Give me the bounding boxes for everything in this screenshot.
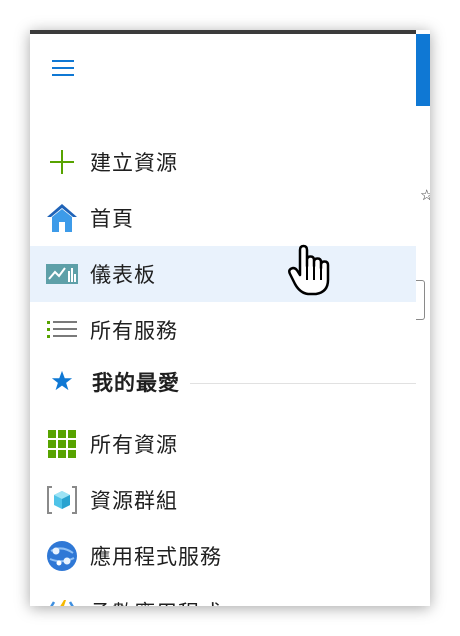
menu-item-resource-groups[interactable]: 資源群組 bbox=[30, 472, 416, 528]
menu-item-label: 所有服務 bbox=[90, 319, 178, 343]
menu-item-dashboard[interactable]: 儀表板 bbox=[30, 246, 416, 302]
menu-item-label: 儀表板 bbox=[90, 263, 156, 287]
hamburger-menu-button[interactable] bbox=[52, 60, 76, 78]
hand-pointer-cursor-icon bbox=[288, 244, 332, 298]
menu-item-home[interactable]: 首頁 bbox=[30, 190, 416, 246]
app-service-icon bbox=[46, 540, 78, 572]
menu-item-create-resource[interactable]: 建立資源 bbox=[30, 134, 416, 190]
menu-item-label: 建立資源 bbox=[90, 151, 178, 175]
favorites-label: 我的最愛 bbox=[92, 371, 180, 395]
menu-item-label: 首頁 bbox=[90, 207, 134, 231]
menu-item-all-resources[interactable]: 所有資源 bbox=[30, 416, 416, 472]
function-app-icon bbox=[46, 596, 78, 606]
background-header-accent bbox=[416, 34, 430, 106]
menu-item-label: 資源群組 bbox=[90, 489, 178, 513]
menu-item-label: 函數應用程式 bbox=[90, 597, 222, 606]
background-input-edge bbox=[416, 280, 425, 320]
star-icon bbox=[46, 365, 78, 397]
favorites-divider bbox=[190, 383, 416, 384]
menu-item-label: 所有資源 bbox=[90, 433, 178, 457]
portal-frame: ☆ 建立資源 首頁 儀表板 所有服務 我的最愛 所有資源 資源群組 應用程式服務 bbox=[30, 30, 430, 606]
grid-icon bbox=[46, 428, 78, 460]
menu-item-label: 應用程式服務 bbox=[90, 545, 222, 569]
dashboard-icon bbox=[46, 258, 78, 290]
home-icon bbox=[46, 202, 78, 234]
portal-menu-flyout: 建立資源 首頁 儀表板 所有服務 我的最愛 所有資源 資源群組 應用程式服務 bbox=[30, 34, 416, 606]
favorites-section-header: 我的最愛 bbox=[30, 361, 416, 401]
resource-group-icon bbox=[46, 484, 78, 516]
menu-item-all-services[interactable]: 所有服務 bbox=[30, 302, 416, 358]
list-icon bbox=[46, 314, 78, 346]
menu-item-app-services[interactable]: 應用程式服務 bbox=[30, 528, 416, 584]
plus-icon bbox=[46, 146, 78, 178]
background-star-glyph: ☆ bbox=[420, 186, 430, 204]
menu-item-function-apps[interactable]: 函數應用程式 bbox=[30, 584, 416, 606]
